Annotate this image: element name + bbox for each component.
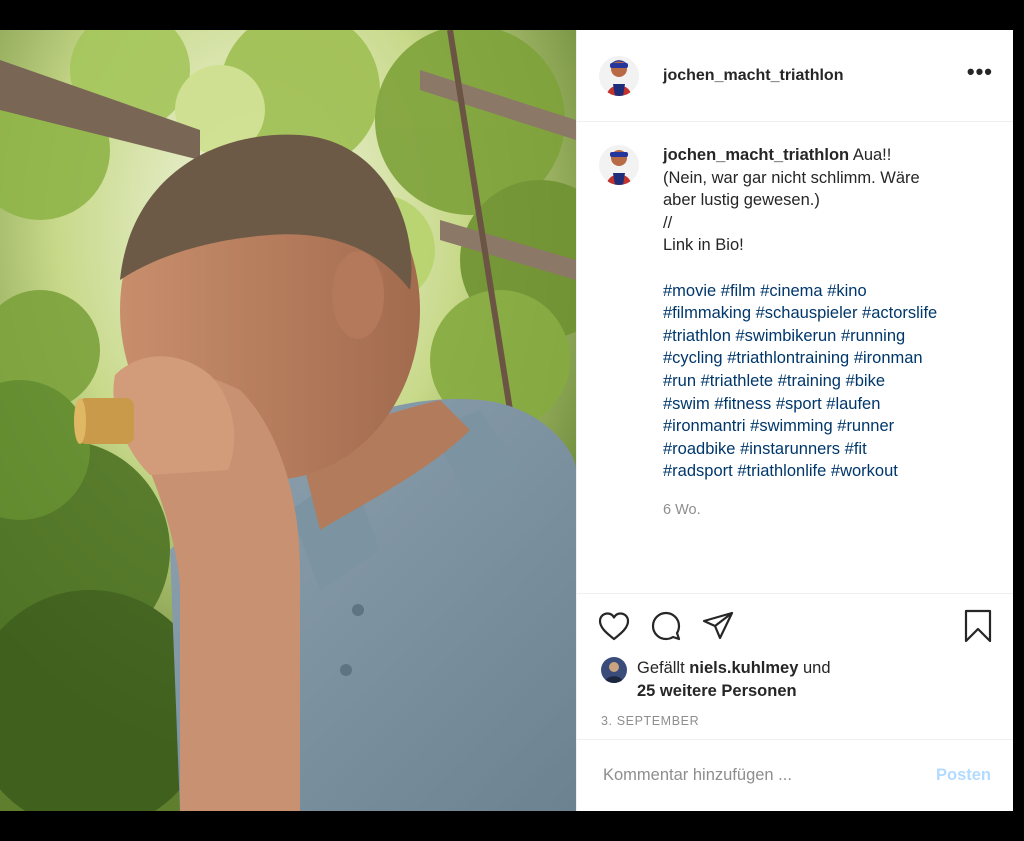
more-options-button[interactable]: •••	[967, 60, 993, 85]
hashtag-link[interactable]: #workout	[831, 462, 898, 480]
post-date[interactable]: 3. SEPTEMBER	[577, 703, 1013, 739]
liker-username[interactable]: niels.kuhlmey	[689, 659, 798, 677]
hashtag-link[interactable]: #filmmaking	[663, 304, 751, 322]
hashtag-link[interactable]: #bike	[846, 372, 885, 390]
hashtag-line: #cycling #triathlontraining #ironman	[663, 347, 937, 370]
hashtag-link[interactable]: #run	[663, 372, 696, 390]
caption-line: Link in Bio!	[663, 236, 744, 255]
hashtag-link[interactable]: #ironmantri	[663, 417, 746, 435]
hashtag-link[interactable]: #triathlon	[663, 327, 731, 345]
caption-first-line: jochen_macht_triathlon Aua!!	[663, 144, 937, 167]
author-avatar-image	[599, 55, 639, 96]
liker-avatar-image	[601, 657, 627, 683]
hashtag-link[interactable]: #swimming	[750, 417, 833, 435]
hashtag-link[interactable]: #radsport	[663, 462, 733, 480]
hashtag-line: #run #triathlete #training #bike	[663, 370, 937, 393]
post-age[interactable]: 6 Wo.	[663, 499, 937, 522]
hashtag-link[interactable]: #laufen	[826, 395, 880, 413]
hashtag-line: #roadbike #instarunners #fit	[663, 438, 937, 461]
post-photo-image	[0, 30, 576, 811]
hashtag-link[interactable]: #actorslife	[862, 304, 937, 322]
post-side-panel: jochen_macht_triathlon ••• jochen_macht_…	[576, 30, 1013, 811]
hashtag-link[interactable]: #training	[778, 372, 841, 390]
comment-icon	[651, 611, 681, 640]
hashtag-link[interactable]: #ironman	[854, 349, 923, 367]
hashtag-link[interactable]: #kino	[827, 282, 866, 300]
hashtag-line: #triathlon #swimbikerun #running	[663, 325, 937, 348]
hashtag-line: #filmmaking #schauspieler #actorslife	[663, 302, 937, 325]
likes-summary: Gefällt niels.kuhlmey und 25 weitere Per…	[577, 657, 1013, 703]
hashtag-link[interactable]: #runner	[837, 417, 894, 435]
hashtag-link[interactable]: #swimbikerun	[735, 327, 836, 345]
hashtag-link[interactable]: #triathlontraining	[727, 349, 849, 367]
post-comment-button[interactable]: Posten	[936, 766, 991, 785]
caption-line: aber lustig gewesen.)	[663, 191, 820, 210]
hashtag-link[interactable]: #instarunners	[740, 440, 840, 458]
bookmark-icon	[964, 609, 992, 642]
share-button[interactable]	[701, 609, 735, 643]
hashtag-link[interactable]: #movie	[663, 282, 716, 300]
caption-line: Aua!!	[852, 146, 892, 164]
hashtag-link[interactable]: #swim	[663, 395, 710, 413]
hashtag-link[interactable]: #triathlonlife	[737, 462, 826, 480]
author-username[interactable]: jochen_macht_triathlon	[663, 67, 967, 85]
action-bar	[577, 593, 1013, 657]
save-button[interactable]	[961, 609, 995, 643]
hashtag-line: #ironmantri #swimming #runner	[663, 415, 937, 438]
caption: jochen_macht_triathlon Aua!! (Nein, war …	[599, 144, 997, 522]
comment-input[interactable]	[601, 765, 936, 786]
author-avatar[interactable]	[599, 55, 639, 96]
caption-section: jochen_macht_triathlon Aua!! (Nein, war …	[577, 122, 1013, 593]
hashtag-link[interactable]: #cinema	[760, 282, 822, 300]
paper-plane-icon	[702, 611, 734, 639]
liker-avatar[interactable]	[601, 657, 627, 683]
likes-others-link[interactable]: 25 weitere Personen	[637, 682, 797, 700]
hashtag-line: #movie #film #cinema #kino	[663, 280, 937, 303]
likes-prefix: Gefällt	[637, 659, 690, 677]
hashtag-link[interactable]: #fitness	[714, 395, 771, 413]
comment-form: Posten	[577, 739, 1013, 811]
comment-button[interactable]	[649, 609, 683, 643]
caption-text: jochen_macht_triathlon Aua!! (Nein, war …	[663, 144, 937, 522]
hashtag-link[interactable]: #fit	[845, 440, 867, 458]
likes-text: Gefällt niels.kuhlmey und 25 weitere Per…	[637, 657, 831, 703]
hashtag-link[interactable]: #sport	[776, 395, 822, 413]
hashtag-link[interactable]: #film	[721, 282, 756, 300]
post-modal: jochen_macht_triathlon ••• jochen_macht_…	[0, 30, 1013, 811]
hashtag-link[interactable]: #schauspieler	[756, 304, 858, 322]
post-header: jochen_macht_triathlon •••	[577, 30, 1013, 122]
hashtag-link[interactable]: #triathlete	[701, 372, 773, 390]
caption-username[interactable]: jochen_macht_triathlon	[663, 146, 849, 164]
caption-avatar[interactable]	[599, 145, 639, 185]
caption-line: (Nein, war gar nicht schlimm. Wäre	[663, 168, 920, 187]
hashtag-link[interactable]: #cycling	[663, 349, 723, 367]
hashtag-link[interactable]: #running	[841, 327, 905, 345]
caption-avatar-image	[599, 145, 639, 185]
caption-line: //	[663, 213, 673, 232]
hashtag-line: #radsport #triathlonlife #workout	[663, 460, 937, 483]
like-button[interactable]	[597, 609, 631, 643]
heart-icon	[598, 611, 630, 640]
likes-suffix: und	[798, 659, 831, 677]
hashtag-link[interactable]: #roadbike	[663, 440, 735, 458]
hashtag-line: #swim #fitness #sport #laufen	[663, 393, 937, 416]
hashtag-list: #movie #film #cinema #kino #filmmaking #s…	[663, 280, 937, 483]
post-photo[interactable]	[0, 30, 576, 811]
